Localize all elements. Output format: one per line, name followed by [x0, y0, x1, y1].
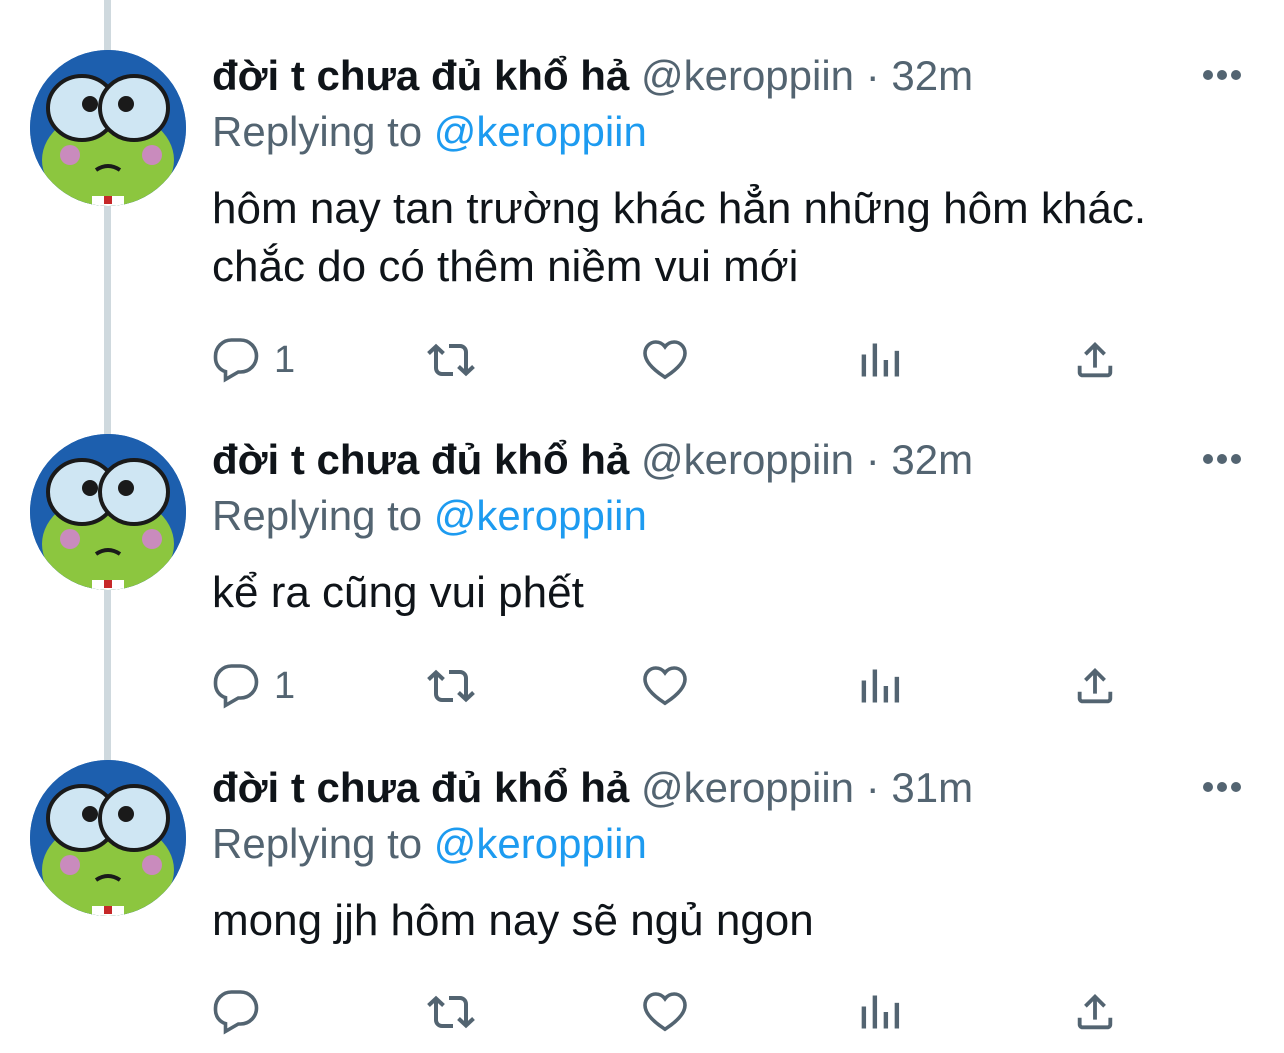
retweet-icon — [427, 669, 475, 703]
retweet-icon — [427, 995, 475, 1029]
replying-label: Replying to — [212, 108, 423, 155]
reply-icon — [213, 338, 259, 383]
more-icon[interactable] — [1202, 452, 1242, 466]
like-icon — [643, 992, 687, 1032]
avatar[interactable] — [30, 760, 186, 916]
share-button[interactable] — [1072, 658, 1118, 714]
like-button[interactable] — [640, 984, 690, 1040]
separator: · — [865, 764, 880, 811]
more-icon[interactable] — [1202, 780, 1242, 794]
keroppi-frog-avatar-icon — [30, 50, 186, 206]
like-icon — [643, 340, 687, 380]
keroppi-frog-avatar-icon — [30, 434, 186, 590]
replying-to-link[interactable]: @keroppiin — [434, 492, 647, 539]
analytics-icon — [861, 669, 900, 703]
timestamp[interactable]: 32m — [891, 52, 973, 99]
display-name[interactable]: đời t chưa đủ khổ hả — [212, 764, 629, 811]
share-button[interactable] — [1072, 332, 1118, 388]
separator: · — [865, 52, 880, 99]
like-icon — [643, 666, 687, 706]
retweet-button[interactable] — [424, 984, 478, 1040]
retweet-button[interactable] — [424, 658, 478, 714]
display-name[interactable]: đời t chưa đủ khổ hả — [212, 436, 629, 483]
retweet-button[interactable] — [424, 332, 478, 388]
timestamp[interactable]: 32m — [891, 436, 973, 483]
reply-button[interactable] — [212, 984, 274, 1040]
reply-icon — [213, 990, 259, 1035]
separator: · — [865, 436, 880, 483]
avatar[interactable] — [30, 434, 186, 590]
reply-icon — [213, 664, 259, 709]
share-icon — [1077, 993, 1113, 1030]
reply-count: 1 — [274, 338, 296, 381]
tweet-text: hôm nay tan trường khác hẳn những hôm kh… — [212, 184, 1147, 291]
handle[interactable]: @keroppiin — [641, 764, 854, 811]
tweet-text: mong jjh hôm nay sẽ ngủ ngon — [212, 896, 814, 945]
display-name[interactable]: đời t chưa đủ khổ hả — [212, 52, 629, 99]
reply-button[interactable]: 1 — [212, 332, 295, 388]
handle[interactable]: @keroppiin — [641, 52, 854, 99]
timestamp[interactable]: 31m — [891, 764, 973, 811]
analytics-icon — [861, 343, 900, 377]
avatar[interactable] — [30, 50, 186, 206]
analytics-button[interactable] — [858, 984, 902, 1040]
analytics-button[interactable] — [858, 332, 902, 388]
share-button[interactable] — [1072, 984, 1118, 1040]
handle[interactable]: @keroppiin — [641, 436, 854, 483]
replying-to-link[interactable]: @keroppiin — [434, 820, 647, 867]
analytics-icon — [861, 995, 900, 1029]
retweet-icon — [427, 343, 475, 377]
like-button[interactable] — [640, 658, 690, 714]
share-icon — [1077, 341, 1113, 378]
more-icon[interactable] — [1202, 68, 1242, 82]
replying-to-link[interactable]: @keroppiin — [434, 108, 647, 155]
share-icon — [1077, 667, 1113, 704]
replying-label: Replying to — [212, 820, 423, 867]
keroppi-frog-avatar-icon — [30, 760, 186, 916]
reply-button[interactable]: 1 — [212, 658, 295, 714]
analytics-button[interactable] — [858, 658, 902, 714]
tweet-text: kể ra cũng vui phết — [212, 568, 584, 617]
replying-label: Replying to — [212, 492, 423, 539]
like-button[interactable] — [640, 332, 690, 388]
reply-count: 1 — [274, 664, 296, 707]
